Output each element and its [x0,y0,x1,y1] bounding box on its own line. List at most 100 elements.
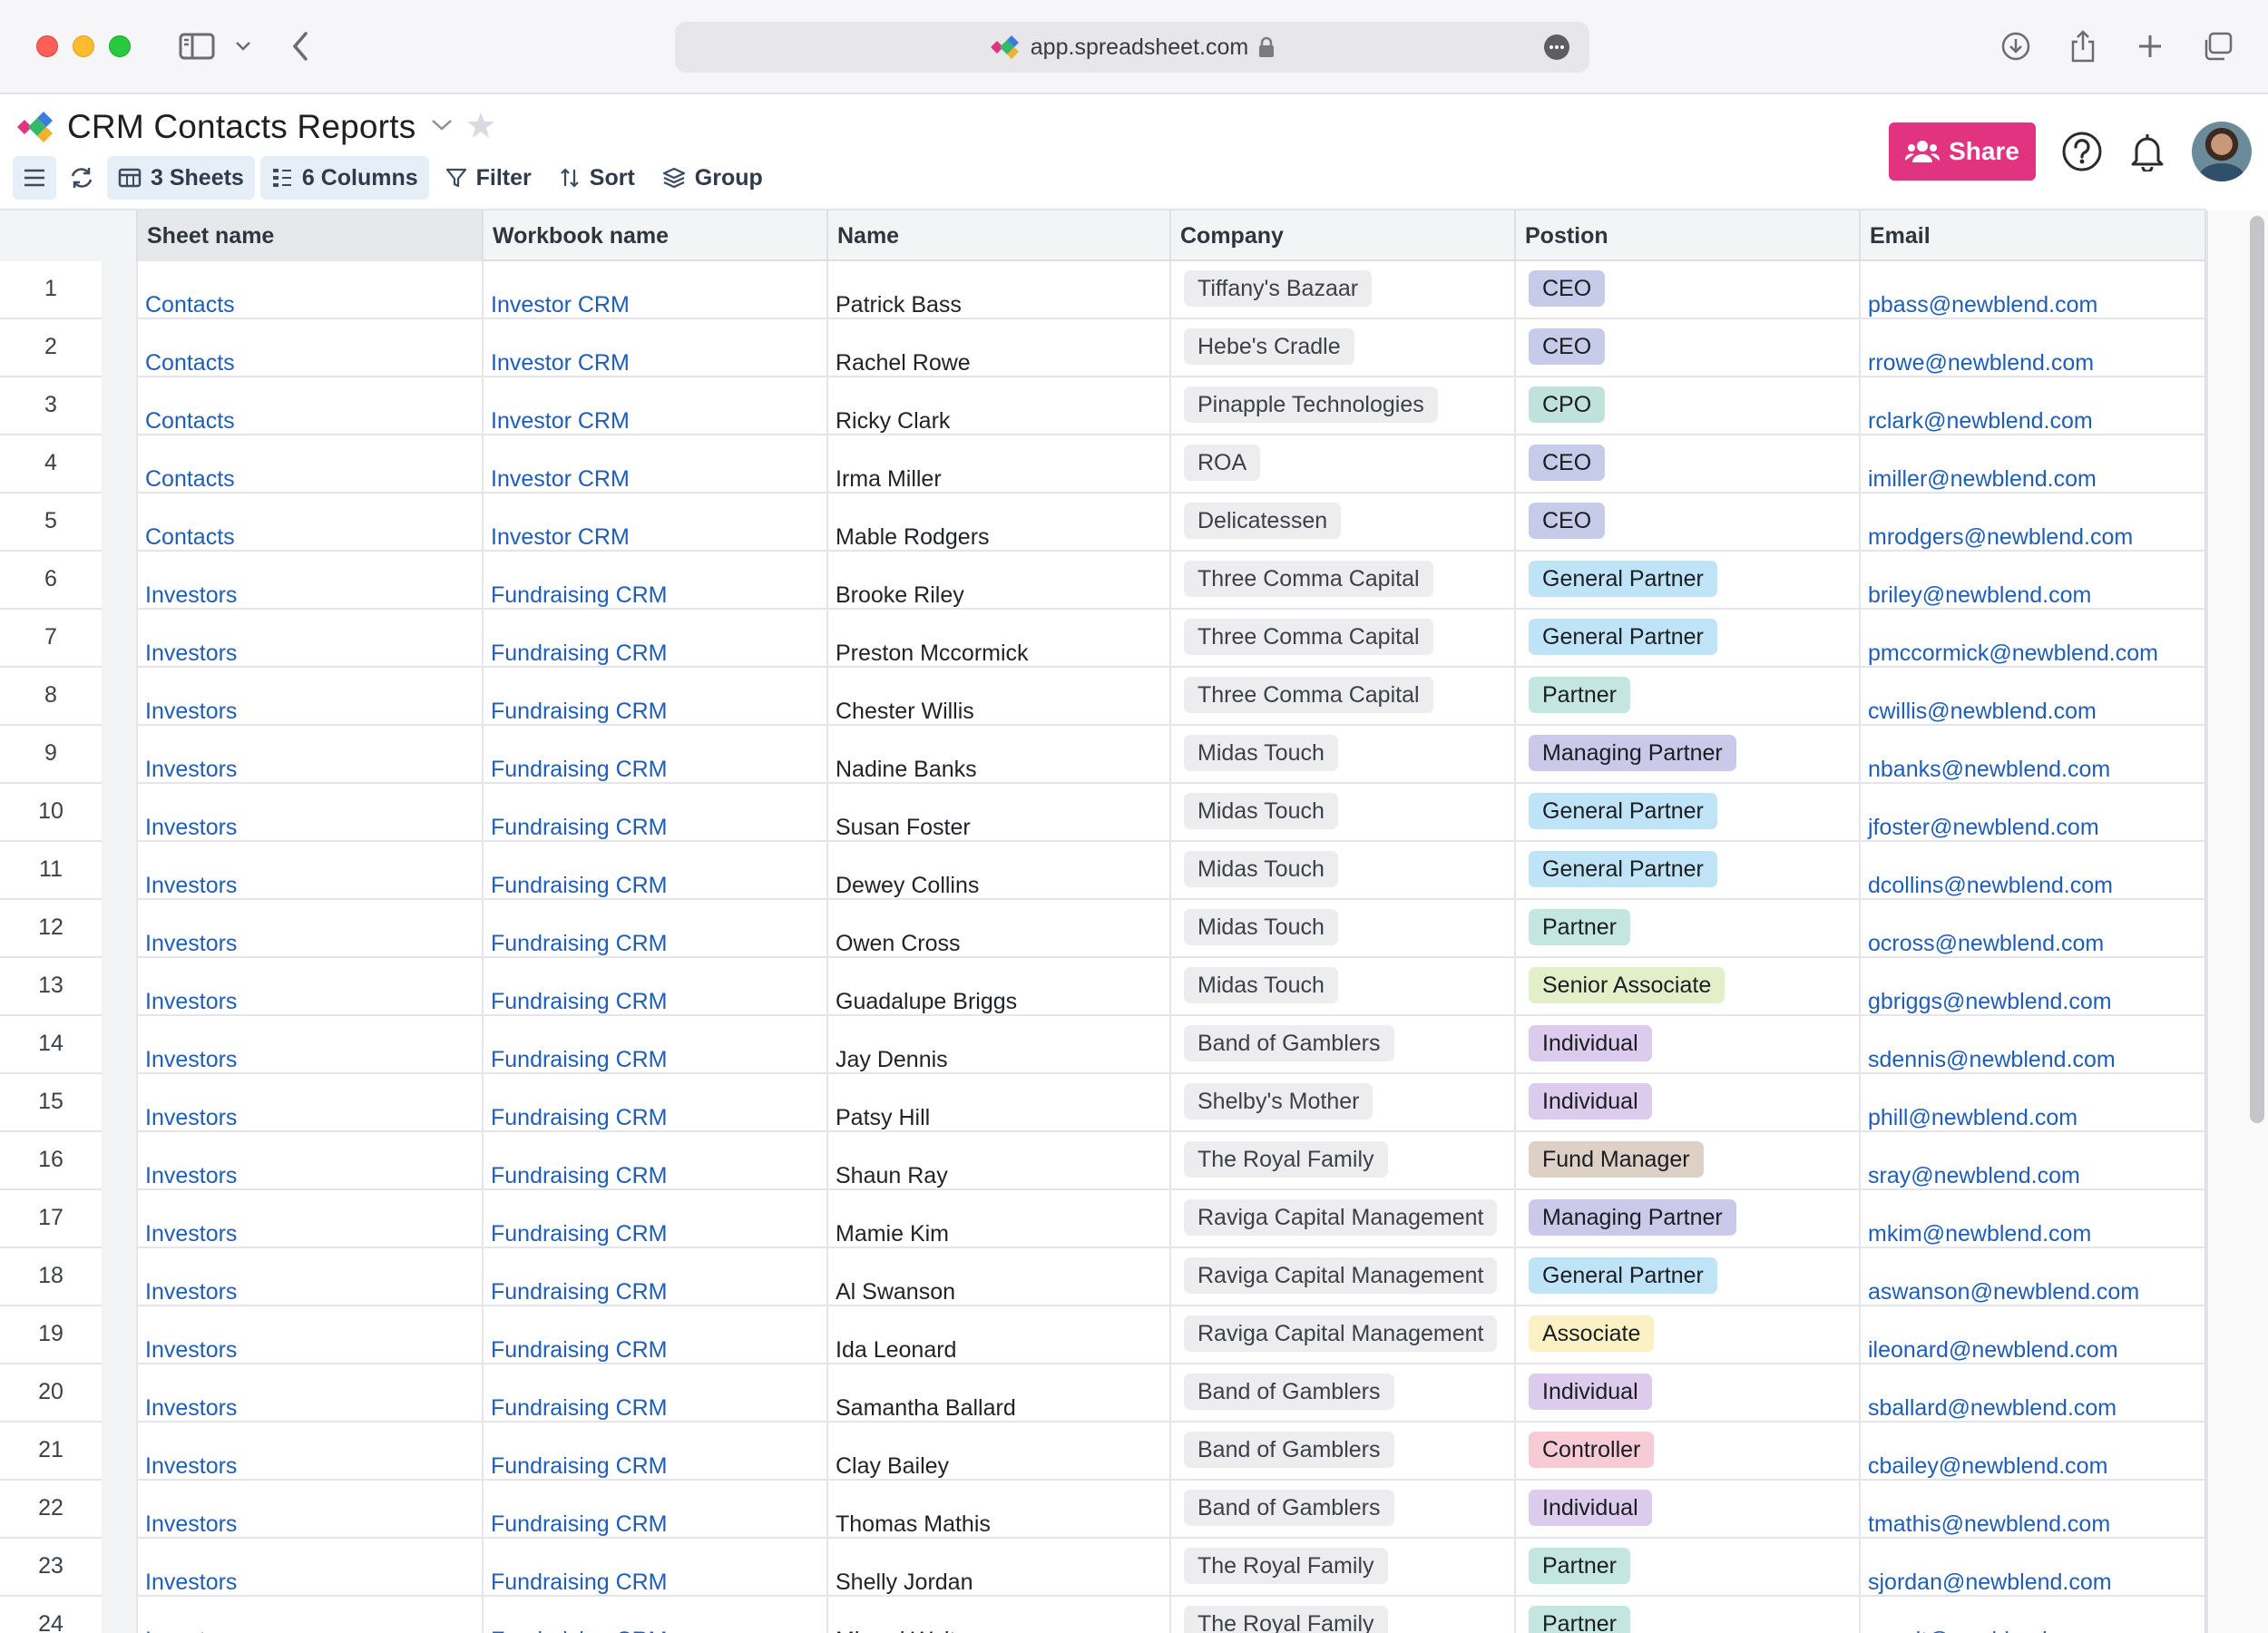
cell-email[interactable]: mrodgers@newblend.com [1861,494,2206,552]
row-select-handle[interactable] [102,668,138,726]
workbook-link[interactable]: Fundraising CRM [491,1395,668,1421]
cell-workbook-name[interactable]: Investor CRM [484,319,828,377]
row-number[interactable]: 22 [0,1481,102,1539]
cell-email[interactable]: pbass@newblend.com [1861,261,2206,319]
cell-workbook-name[interactable]: Fundraising CRM [484,1016,828,1074]
cell-workbook-name[interactable]: Fundraising CRM [484,1074,828,1132]
cell-email[interactable]: rrowe@newblend.com [1861,319,2206,377]
workbook-link[interactable]: Fundraising CRM [491,873,668,898]
cell-name[interactable]: Samantha Ballard [828,1364,1171,1423]
workbook-link[interactable]: Fundraising CRM [491,582,668,608]
email-link[interactable]: pmccormick@newblend.com [1868,640,2158,666]
user-avatar[interactable] [2192,122,2252,181]
cell-workbook-name[interactable]: Investor CRM [484,261,828,319]
email-link[interactable]: briley@newblend.com [1868,582,2091,608]
cell-company[interactable]: Raviga Capital Management [1171,1306,1516,1364]
cell-position[interactable]: Senior Associate [1516,958,1861,1016]
favorite-star-icon[interactable] [466,112,495,143]
row-number[interactable]: 3 [0,377,102,435]
cell-position[interactable]: CPO [1516,377,1861,435]
row-select-handle[interactable] [102,435,138,494]
cell-name[interactable]: Guadalupe Briggs [828,958,1171,1016]
email-link[interactable]: dcollins@newblend.com [1868,873,2113,898]
table-row[interactable]: 4 Contacts Investor CRM Irma Miller ROA CEO im… [0,435,2206,494]
sheet-link[interactable]: Investors [145,640,237,666]
row-select-handle[interactable] [102,1074,138,1132]
workbook-link[interactable]: Fundraising CRM [491,1279,668,1305]
row-select-handle[interactable] [102,610,138,668]
cell-email[interactable]: rclark@newblend.com [1861,377,2206,435]
cell-name[interactable]: Mamie Kim [828,1190,1171,1248]
cell-workbook-name[interactable]: Fundraising CRM [484,784,828,842]
cell-position[interactable]: Individual [1516,1481,1861,1539]
workbook-link[interactable]: Investor CRM [491,408,630,434]
email-link[interactable]: pbass@newblend.com [1868,292,2097,318]
cell-sheet-name[interactable]: Investors [138,552,484,610]
cell-company[interactable]: The Royal Family [1171,1539,1516,1597]
row-number[interactable]: 13 [0,958,102,1016]
cell-company[interactable]: Midas Touch [1171,900,1516,958]
workbook-link[interactable]: Fundraising CRM [491,1163,668,1188]
sheet-link[interactable]: Investors [145,1163,237,1188]
row-select-handle[interactable] [102,1248,138,1306]
table-row[interactable]: 8 Investors Fundraising CRM Chester Willis T… [0,668,2206,726]
cell-company[interactable]: Three Comma Capital [1171,610,1516,668]
table-row[interactable]: 1 Contacts Investor CRM Patrick Bass Tiffany… [0,261,2206,319]
workbook-link[interactable]: Fundraising CRM [491,815,668,840]
table-row[interactable]: 18 Investors Fundraising CRM Al Swanson Ravi… [0,1248,2206,1306]
cell-position[interactable]: Individual [1516,1016,1861,1074]
row-select-handle[interactable] [102,1306,138,1364]
workbook-link[interactable]: Fundraising CRM [491,699,668,724]
cell-position[interactable]: CEO [1516,494,1861,552]
cell-name[interactable]: Mirand Walt [828,1597,1171,1633]
email-link[interactable]: sray@newblend.com [1868,1163,2080,1188]
row-number[interactable]: 4 [0,435,102,494]
cell-company[interactable]: Pinapple Technologies [1171,377,1516,435]
cell-position[interactable]: Partner [1516,668,1861,726]
row-select-handle[interactable] [102,1539,138,1597]
cell-workbook-name[interactable]: Fundraising CRM [484,610,828,668]
workbook-link[interactable]: Investor CRM [491,466,630,492]
cell-email[interactable]: phill@newblend.com [1861,1074,2206,1132]
row-select-handle[interactable] [102,726,138,784]
table-row[interactable]: 20 Investors Fundraising CRM Samantha Balla… [0,1364,2206,1423]
cell-workbook-name[interactable]: Fundraising CRM [484,668,828,726]
chevron-down-icon[interactable] [232,27,254,65]
row-select-handle[interactable] [102,494,138,552]
cell-workbook-name[interactable]: Fundraising CRM [484,842,828,900]
sheet-link[interactable]: Contacts [145,466,235,492]
email-link[interactable]: nbanks@newblend.com [1868,757,2110,782]
columns-button[interactable]: 6 Columns [259,156,429,200]
sheet-link[interactable]: Investors [145,582,237,608]
share-page-icon[interactable] [2065,27,2101,65]
cell-position[interactable]: Partner [1516,1597,1861,1633]
row-select-handle[interactable] [102,1016,138,1074]
cell-sheet-name[interactable]: Investors [138,1132,484,1190]
cell-email[interactable]: jfoster@newblend.com [1861,784,2206,842]
cell-email[interactable]: aswanson@newblend.com [1861,1248,2206,1306]
row-number[interactable]: 14 [0,1016,102,1074]
sheets-button[interactable]: 3 Sheets [107,156,255,200]
cell-sheet-name[interactable]: Investors [138,958,484,1016]
sheet-link[interactable]: Investors [145,1395,237,1421]
table-row[interactable]: 15 Investors Fundraising CRM Patsy Hill Shel… [0,1074,2206,1132]
row-number[interactable]: 23 [0,1539,102,1597]
cell-position[interactable]: CEO [1516,261,1861,319]
row-number[interactable]: 20 [0,1364,102,1423]
cell-position[interactable]: CEO [1516,435,1861,494]
cell-email[interactable]: sjordan@newblend.com [1861,1539,2206,1597]
cell-sheet-name[interactable]: Investors [138,1364,484,1423]
cell-name[interactable]: Irma Miller [828,435,1171,494]
new-tab-icon[interactable] [2132,27,2168,65]
row-select-handle[interactable] [102,552,138,610]
cell-position[interactable]: Individual [1516,1364,1861,1423]
email-link[interactable]: sdennis@newblend.com [1868,1047,2116,1072]
email-link[interactable]: cbailey@newblend.com [1868,1453,2107,1479]
cell-position[interactable]: Associate [1516,1306,1861,1364]
cell-sheet-name[interactable]: Investors [138,842,484,900]
row-select-handle[interactable] [102,1423,138,1481]
cell-name[interactable]: Clay Bailey [828,1423,1171,1481]
cell-name[interactable]: Ricky Clark [828,377,1171,435]
cell-workbook-name[interactable]: Fundraising CRM [484,726,828,784]
cell-sheet-name[interactable]: Investors [138,1074,484,1132]
